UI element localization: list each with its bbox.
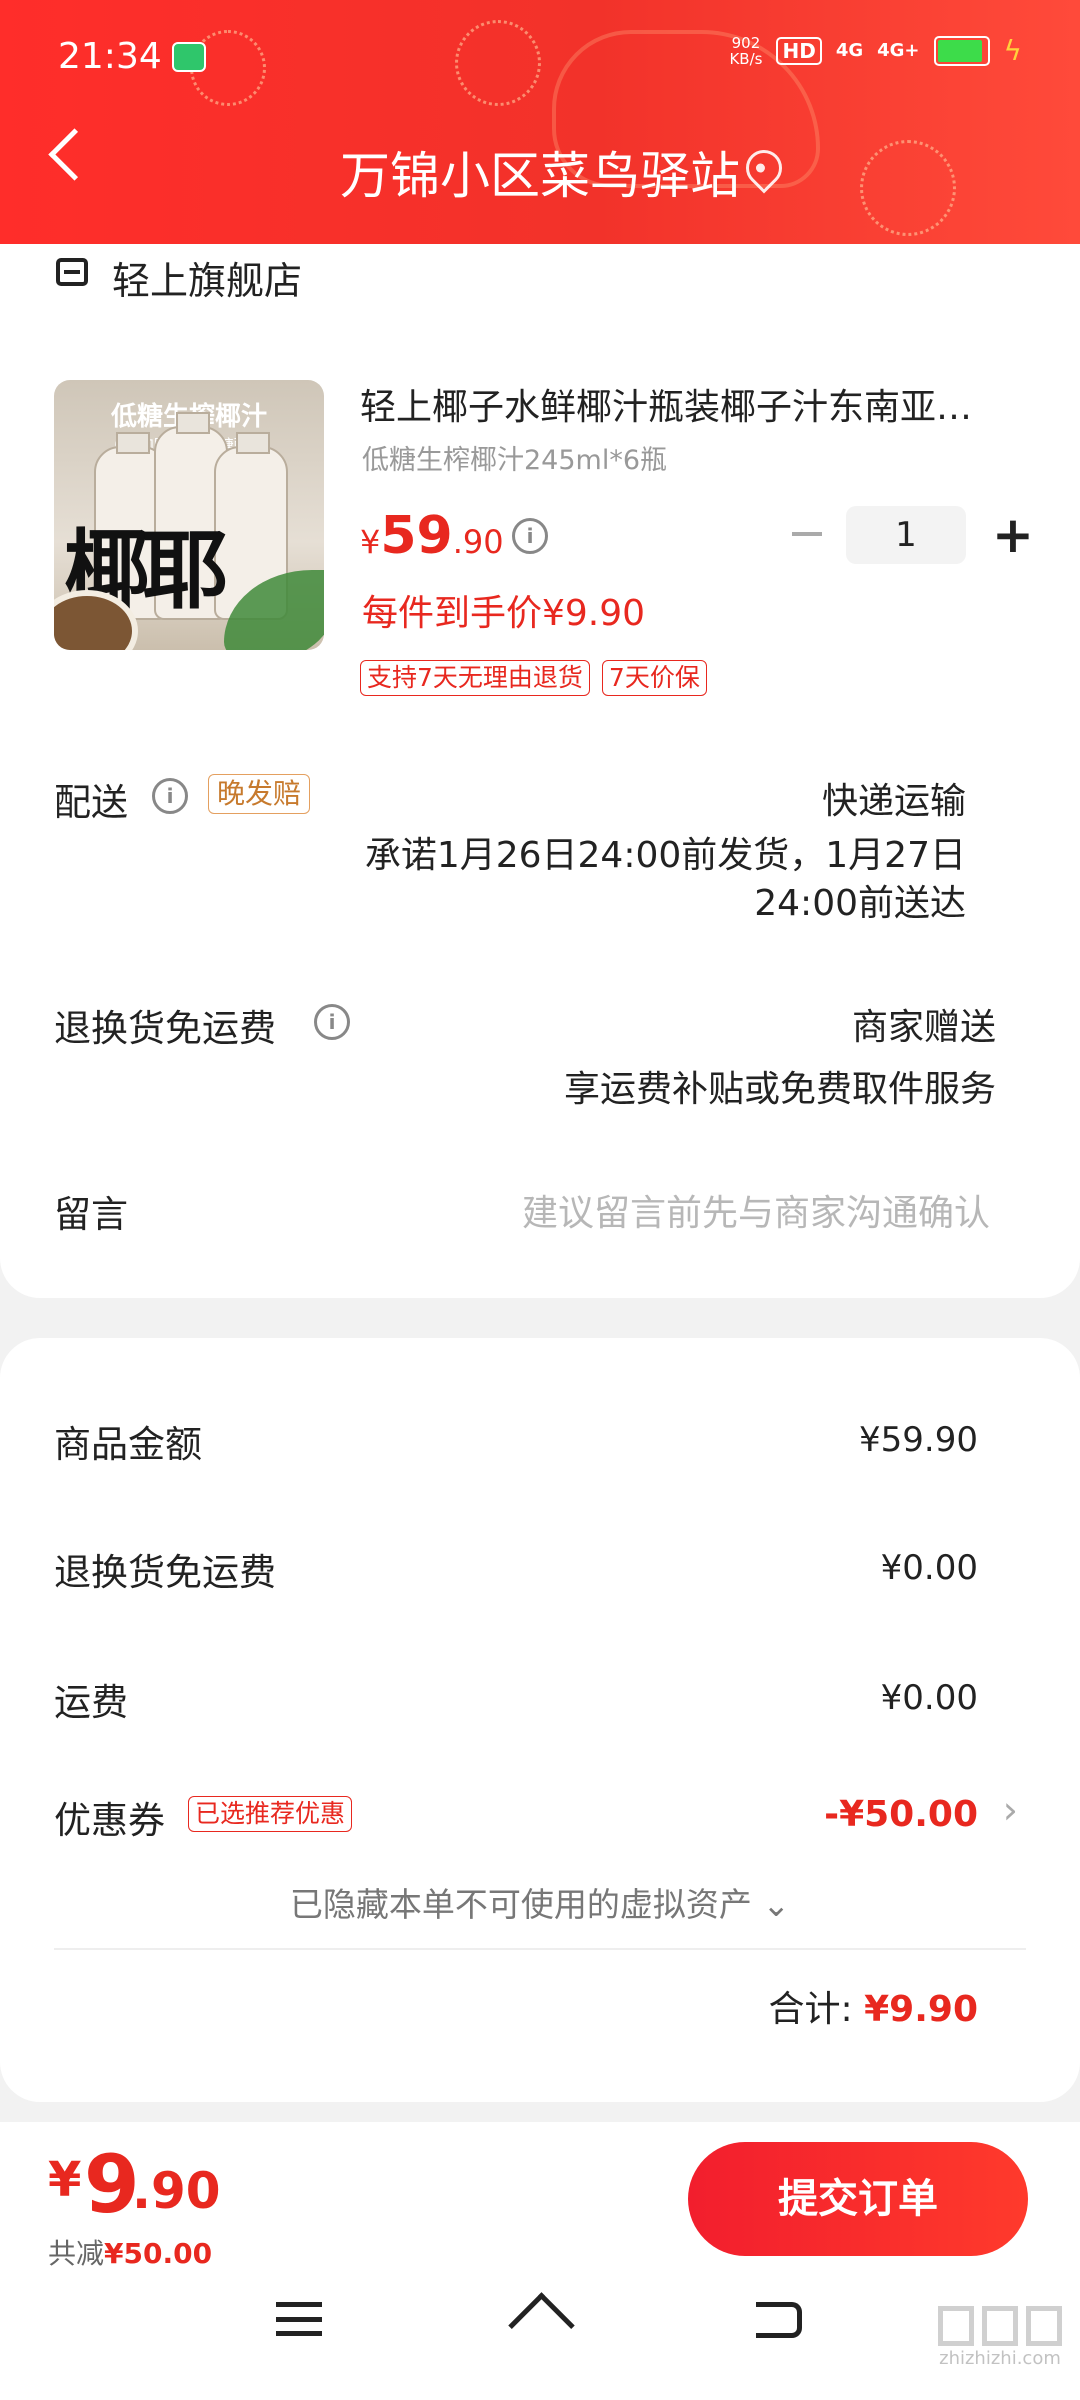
menu-icon[interactable] [276,2302,322,2336]
hd-icon: HD [776,36,822,65]
service-tag: 7天价保 [601,660,707,696]
submit-order-button[interactable]: 提交订单 [688,2142,1028,2256]
checkout-bar: ¥ 9 .90 共减¥50.00 提交订单 [0,2122,1080,2400]
discount-total: 共减¥50.00 [48,2237,213,2270]
total-value: ¥9.90 [864,1989,978,2030]
return-fee-label: 退换货免运费 [54,1551,276,1594]
total-label: 合计: [768,1989,853,2030]
unit-price: 每件到手价¥9.90 [362,593,646,634]
store-icon [56,258,88,286]
info-icon[interactable]: i [512,518,548,554]
pay-amount-dec: .90 [132,2162,221,2220]
charging-icon: ϟ [1003,34,1022,67]
freight-label: 运费 [54,1681,128,1724]
quantity-decrease-button[interactable] [792,532,822,536]
late-compensation-badge: 晚发赔 [208,774,311,814]
watermark-text: zhizhizhi.com [939,2348,1061,2369]
return-shipping-desc: 享运费补贴或免费取件服务 [563,1069,996,1110]
quantity-increase-button[interactable]: + [992,510,1034,560]
order-item-card: 轻上旗舰店 低糖生榨椰汁 0添加防腐剂 低糖配方 椰耶 轻上椰子水鲜椰汁瓶装椰子… [0,244,1080,1298]
message-input[interactable]: 建议留言前先与商家沟通确认 [522,1184,990,1236]
coupon-value[interactable]: -¥50.00 [824,1794,978,1835]
store-name[interactable]: 轻上旗舰店 [112,250,302,305]
app-notification-icon [172,42,206,72]
product-spec[interactable]: 低糖生榨椰汁245ml*6瓶 [362,438,667,477]
watermark-logo [930,2306,1070,2346]
coupon-badge: 已选推荐优惠 [188,1796,353,1832]
delivery-promise: 24:00前送达 [754,883,966,924]
coupon-label: 优惠券 [54,1799,165,1842]
delivery-method[interactable]: 快递运输 [822,772,966,824]
divider [54,1948,1026,1950]
price-summary-card: 商品金额 ¥59.90 退换货免运费 ¥0.00 运费 ¥0.00 优惠券 已选… [0,1338,1080,2102]
status-time: 21:34 [58,36,162,77]
header-bar: 21:34 902 KB/s HD 4G 4G+ ϟ 万锦小区菜鸟驿站 [0,0,1080,244]
return-shipping-value: 商家赠送 [851,1007,996,1048]
pay-currency: ¥ [48,2152,82,2208]
return-shipping-label: 退换货免运费 [54,1007,276,1050]
battery-icon [933,35,990,66]
signal-icon: 4G [835,40,864,61]
chevron-right-icon[interactable]: › [1003,1788,1018,1832]
quantity-value[interactable]: 1 [846,506,966,564]
hidden-assets-toggle[interactable]: 已隐藏本单不可使用的虚拟资产 ⌄ [0,1878,1080,1926]
watermark: zhizhizhi.com [930,2306,1070,2369]
goods-amount-label: 商品金额 [54,1423,202,1466]
status-icons: 902 KB/s HD 4G 4G+ ϟ [729,34,1022,67]
return-fee-value: ¥0.00 [880,1548,978,1588]
message-label: 留言 [54,1193,128,1236]
home-icon[interactable] [508,2292,575,2359]
total-row: 合计: ¥9.90 [769,1980,978,2032]
product-title[interactable]: 轻上椰子水鲜椰汁瓶装椰子汁东南亚… [360,378,1024,430]
info-icon[interactable]: i [152,778,188,814]
goods-amount-value: ¥59.90 [859,1420,978,1460]
service-tags: 支持7天无理由退货 7天价保 [360,660,707,696]
info-icon[interactable]: i [314,1004,350,1040]
signal-icon: 4G+ [877,40,920,61]
delivery-promise: 承诺1月26日24:00前发货，1月27日 [364,835,966,876]
firework-decoration [455,20,541,106]
service-tag: 支持7天无理由退货 [360,660,590,696]
page-title: 万锦小区菜鸟驿站 [340,147,740,205]
back-nav-icon[interactable] [756,2302,802,2338]
product-image[interactable]: 低糖生榨椰汁 0添加防腐剂 低糖配方 椰耶 [54,380,324,650]
product-price: ¥59.90 [360,506,504,566]
freight-value: ¥0.00 [880,1678,978,1718]
network-speed: 902 KB/s [729,33,763,68]
delivery-label: 配送 [54,781,128,824]
